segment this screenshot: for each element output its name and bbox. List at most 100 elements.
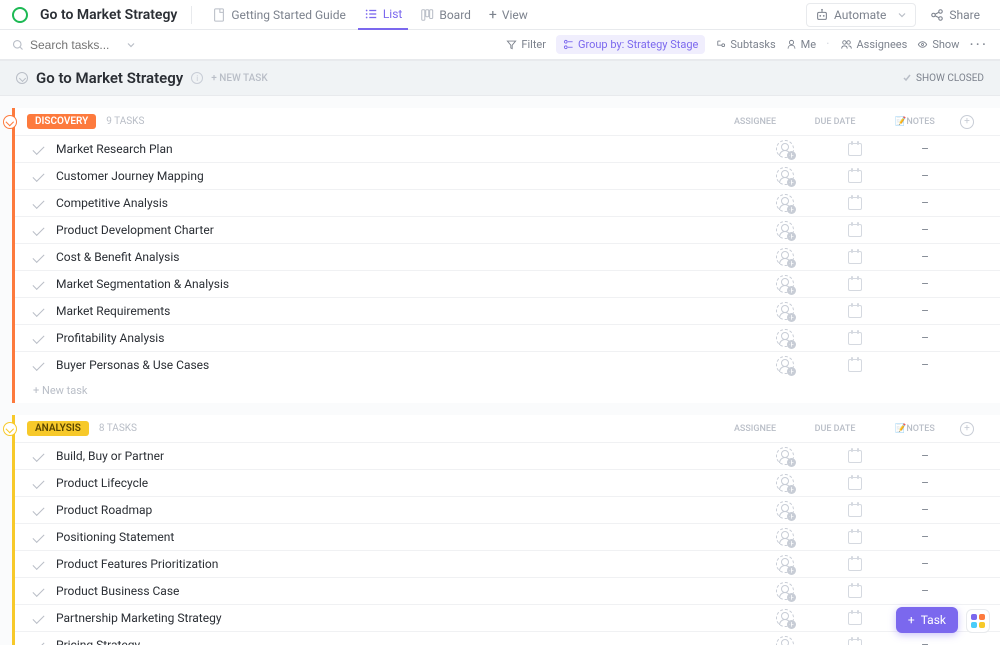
notes-cell[interactable]: – <box>890 250 960 264</box>
task-row[interactable]: Buyer Personas & Use Cases + – <box>15 351 1000 378</box>
assignee-placeholder[interactable]: + <box>776 140 794 158</box>
task-row[interactable]: Market Requirements + – <box>15 297 1000 324</box>
add-column-button[interactable]: + <box>960 115 974 129</box>
calendar-icon[interactable] <box>848 332 862 345</box>
tab-board[interactable]: Board <box>414 0 477 30</box>
subtasks-button[interactable]: Subtasks <box>715 38 775 51</box>
show-closed-button[interactable]: SHOW CLOSED <box>902 73 984 84</box>
calendar-icon[interactable] <box>848 305 862 318</box>
task-row[interactable]: Profitability Analysis + – <box>15 324 1000 351</box>
task-row[interactable]: Competitive Analysis + – <box>15 189 1000 216</box>
task-row[interactable]: Product Features Prioritization + – <box>15 550 1000 577</box>
checkmark-icon[interactable] <box>32 477 44 489</box>
tab-getting-started[interactable]: Getting Started Guide <box>206 0 351 30</box>
chevron-down-icon[interactable] <box>126 40 136 50</box>
task-row[interactable]: Customer Journey Mapping + – <box>15 162 1000 189</box>
automate-button[interactable]: Automate <box>806 3 916 27</box>
checkmark-icon[interactable] <box>32 224 44 236</box>
checkmark-icon[interactable] <box>32 170 44 182</box>
task-row[interactable]: Market Segmentation & Analysis + – <box>15 270 1000 297</box>
assignee-placeholder[interactable]: + <box>776 501 794 519</box>
assignee-placeholder[interactable]: + <box>776 636 794 645</box>
calendar-icon[interactable] <box>848 558 862 571</box>
group-badge[interactable]: DISCOVERY <box>27 114 96 129</box>
calendar-icon[interactable] <box>848 170 862 183</box>
calendar-icon[interactable] <box>848 477 862 490</box>
collapse-icon[interactable] <box>16 72 28 84</box>
assignee-placeholder[interactable]: + <box>776 474 794 492</box>
search-input[interactable] <box>12 38 162 52</box>
calendar-icon[interactable] <box>848 531 862 544</box>
notes-cell[interactable]: – <box>890 196 960 210</box>
notes-cell[interactable]: – <box>890 169 960 183</box>
calendar-icon[interactable] <box>848 585 862 598</box>
notes-cell[interactable]: – <box>890 476 960 490</box>
group-by-button[interactable]: Group by: Strategy Stage <box>556 35 705 54</box>
apps-button[interactable] <box>966 609 990 633</box>
checkmark-icon[interactable] <box>32 278 44 290</box>
task-row[interactable]: Positioning Statement + – <box>15 523 1000 550</box>
info-icon[interactable]: i <box>191 72 203 84</box>
checkmark-icon[interactable] <box>32 639 44 645</box>
notes-cell[interactable]: – <box>890 331 960 345</box>
assignee-placeholder[interactable]: + <box>776 356 794 374</box>
filter-button[interactable]: Filter <box>506 38 546 51</box>
calendar-icon[interactable] <box>848 224 862 237</box>
checkmark-icon[interactable] <box>32 450 44 462</box>
checkmark-icon[interactable] <box>32 612 44 624</box>
notes-cell[interactable]: – <box>890 304 960 318</box>
assignee-placeholder[interactable]: + <box>776 275 794 293</box>
assignee-placeholder[interactable]: + <box>776 582 794 600</box>
calendar-icon[interactable] <box>848 143 862 156</box>
notes-cell[interactable]: – <box>890 557 960 571</box>
calendar-icon[interactable] <box>848 639 862 645</box>
calendar-icon[interactable] <box>848 504 862 517</box>
share-button[interactable]: Share <box>922 4 988 26</box>
tab-list[interactable]: List <box>358 0 409 30</box>
new-task-row[interactable]: + New task <box>15 378 1000 403</box>
task-row[interactable]: Product Lifecycle + – <box>15 469 1000 496</box>
group-collapse-icon[interactable] <box>3 115 17 129</box>
notes-cell[interactable]: – <box>890 358 960 372</box>
checkmark-icon[interactable] <box>32 558 44 570</box>
checkmark-icon[interactable] <box>32 332 44 344</box>
new-task-button[interactable]: + NEW TASK <box>211 73 267 84</box>
assignee-placeholder[interactable]: + <box>776 167 794 185</box>
assignee-placeholder[interactable]: + <box>776 329 794 347</box>
calendar-icon[interactable] <box>848 197 862 210</box>
notes-cell[interactable]: – <box>890 638 960 645</box>
calendar-icon[interactable] <box>848 359 862 372</box>
task-row[interactable]: Market Research Plan + – <box>15 135 1000 162</box>
group-collapse-icon[interactable] <box>3 422 17 436</box>
task-row[interactable]: Cost & Benefit Analysis + – <box>15 243 1000 270</box>
assignee-placeholder[interactable]: + <box>776 221 794 239</box>
calendar-icon[interactable] <box>848 278 862 291</box>
checkmark-icon[interactable] <box>32 359 44 371</box>
notes-cell[interactable]: – <box>890 584 960 598</box>
me-button[interactable]: Me <box>786 38 816 51</box>
tab-add-view[interactable]: + View <box>483 0 534 30</box>
checkmark-icon[interactable] <box>32 585 44 597</box>
task-row[interactable]: Product Development Charter + – <box>15 216 1000 243</box>
group-badge[interactable]: ANALYSIS <box>27 421 89 436</box>
calendar-icon[interactable] <box>848 251 862 264</box>
add-column-button[interactable]: + <box>960 422 974 436</box>
assignee-placeholder[interactable]: + <box>776 194 794 212</box>
task-row[interactable]: Product Business Case + – <box>15 577 1000 604</box>
more-options-button[interactable]: ··· <box>969 35 988 54</box>
checkmark-icon[interactable] <box>32 305 44 317</box>
notes-cell[interactable]: – <box>890 277 960 291</box>
checkmark-icon[interactable] <box>32 143 44 155</box>
task-row[interactable]: Product Roadmap + – <box>15 496 1000 523</box>
assignee-placeholder[interactable]: + <box>776 555 794 573</box>
notes-cell[interactable]: – <box>890 503 960 517</box>
checkmark-icon[interactable] <box>32 504 44 516</box>
assignee-placeholder[interactable]: + <box>776 302 794 320</box>
calendar-icon[interactable] <box>848 450 862 463</box>
notes-cell[interactable]: – <box>890 142 960 156</box>
checkmark-icon[interactable] <box>32 251 44 263</box>
task-row[interactable]: Build, Buy or Partner + – <box>15 442 1000 469</box>
checkmark-icon[interactable] <box>32 197 44 209</box>
task-row[interactable]: Partnership Marketing Strategy + – <box>15 604 1000 631</box>
assignee-placeholder[interactable]: + <box>776 447 794 465</box>
